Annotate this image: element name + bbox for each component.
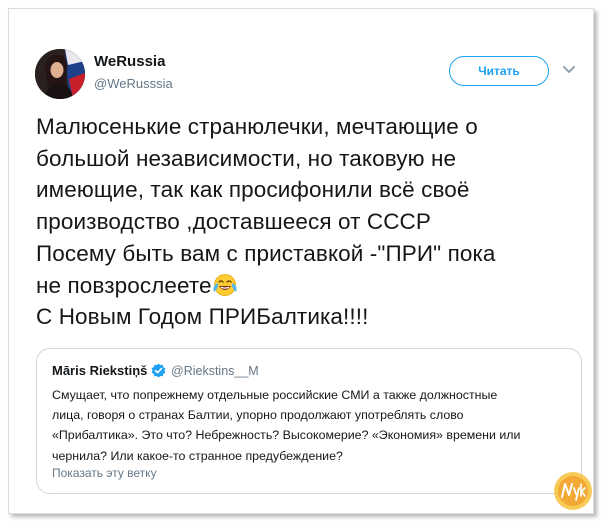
- quoted-author-name[interactable]: Māris Riekstiņš: [52, 363, 147, 378]
- quoted-tweet-text: Смущает, что попрежнему отдельные россий…: [52, 388, 521, 463]
- tweet-text-tail: С Новым Годом ПРИБалтика!!!!: [36, 304, 369, 330]
- show-thread-link[interactable]: Показать эту ветку: [52, 466, 157, 480]
- avatar-image: [35, 49, 85, 99]
- chevron-down-icon[interactable]: [562, 64, 576, 76]
- quoted-author-handle[interactable]: @Riekstins__M: [171, 364, 259, 378]
- author-handle[interactable]: @WeRusssia: [94, 76, 173, 91]
- verified-badge-icon: [151, 363, 166, 378]
- nyka-watermark-logo: [554, 472, 592, 510]
- tweet-card: WeRussia @WeRusssia Читать Малюсенькие с…: [8, 8, 594, 514]
- follow-button[interactable]: Читать: [449, 56, 549, 86]
- face-with-tears-of-joy-icon: [213, 273, 237, 296]
- tweet-text-main: Малюсенькие странюлечки, мечтающие о бол…: [36, 114, 496, 298]
- quoted-tweet[interactable]: Māris Riekstiņš @Riekstins__M Смущает, ч…: [36, 348, 582, 494]
- tweet-text: Малюсенькие странюлечки, мечтающие о бол…: [36, 111, 586, 333]
- author-avatar[interactable]: [35, 49, 85, 99]
- author-name[interactable]: WeRussia: [94, 53, 165, 70]
